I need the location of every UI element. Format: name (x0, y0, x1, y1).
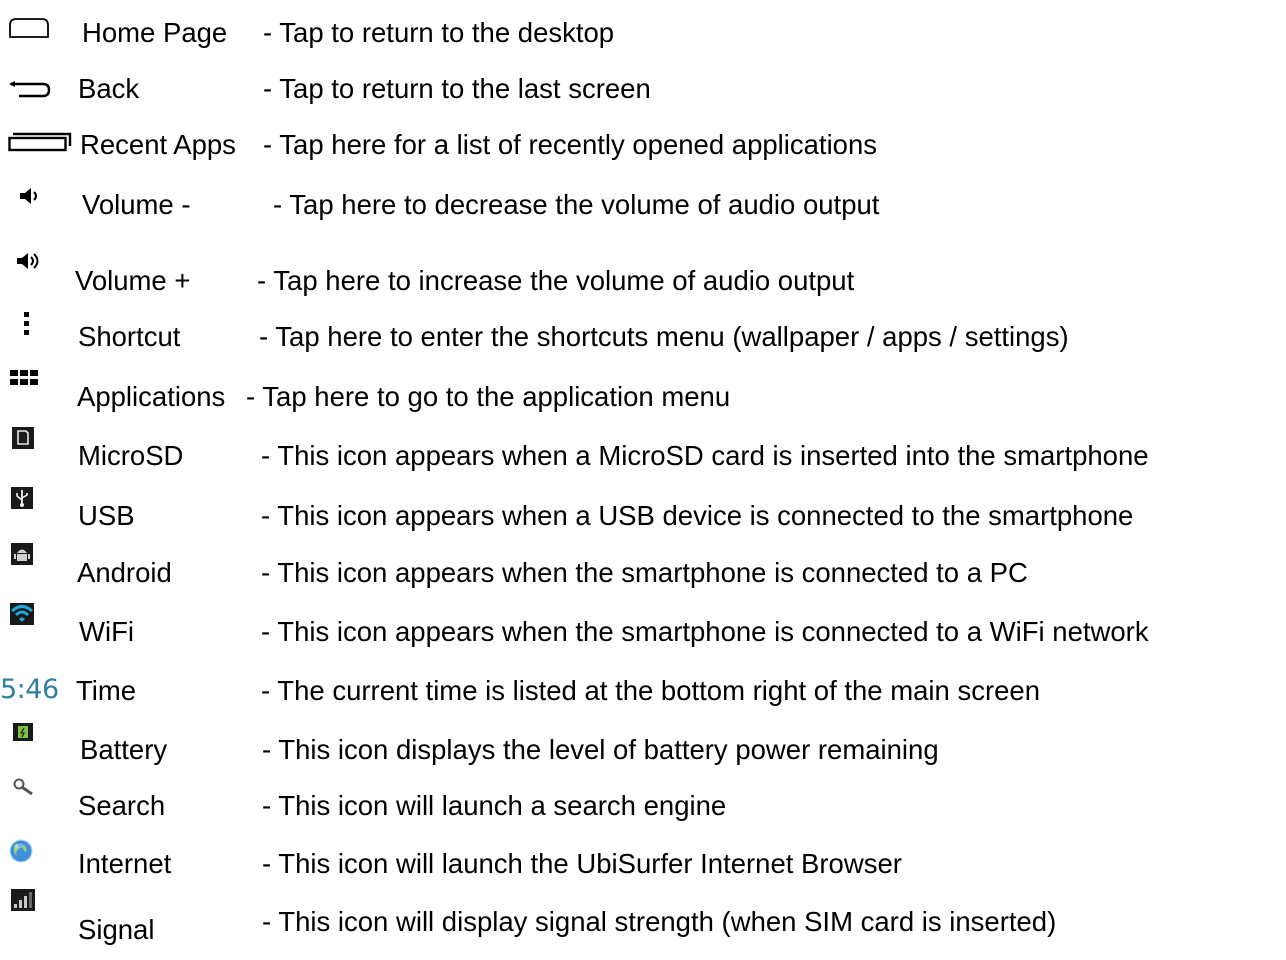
legend-item-name: Shortcut (78, 321, 181, 352)
icon-legend: Home Page - Tap to return to the desktop… (0, 0, 1286, 943)
legend-row-applications: Applications - Tap here to go to the app… (0, 370, 1286, 435)
globe-icon (9, 839, 33, 863)
legend-item-name: Search (78, 790, 166, 821)
legend-item-name: Volume - (82, 189, 191, 220)
legend-item-description: - Tap here for a list of recently opened… (263, 129, 878, 160)
legend-item-name: Applications (77, 381, 226, 412)
legend-item-description: - Tap here to decrease the volume of aud… (273, 189, 880, 220)
legend-item-name: Volume + (75, 265, 191, 296)
legend-item-description: - This icon appears when a USB device is… (261, 500, 1134, 531)
sd-card-icon (12, 427, 34, 449)
legend-row-wifi: WiFi - This icon appears when the smartp… (0, 603, 1286, 670)
legend-item-name: Time (76, 675, 137, 706)
usb-icon (11, 487, 33, 509)
search-icon (13, 778, 35, 796)
volume-up-icon (17, 253, 41, 269)
legend-item-description: - Tap here to enter the shortcuts menu (… (259, 321, 1069, 352)
legend-item-description: - This icon appears when the smartphone … (261, 616, 1149, 647)
legend-item-name: Back (78, 73, 140, 104)
android-icon (11, 543, 33, 565)
back-arrow-icon (9, 81, 51, 99)
legend-row-search: Search - This icon will launch a search … (0, 778, 1286, 844)
legend-item-description: - This icon displays the level of batter… (262, 734, 939, 765)
legend-item-description: - Tap here to go to the application menu (246, 381, 731, 412)
signal-strength-icon (11, 889, 35, 911)
legend-item-name: MicroSD (78, 440, 184, 471)
overflow-menu-icon (24, 312, 30, 336)
legend-item-name: Home Page (82, 17, 228, 48)
legend-item-description: - This icon appears when a MicroSD card … (261, 440, 1149, 471)
legend-item-name: Android (77, 557, 172, 588)
battery-icon (13, 723, 33, 741)
app-grid-icon (10, 370, 39, 386)
legend-item-description: - This icon will launch a search engine (262, 790, 727, 821)
legend-row-battery: Battery - This icon displays the level o… (0, 723, 1286, 788)
legend-row-shortcut: Shortcut - Tap here to enter the shortcu… (0, 312, 1286, 375)
legend-item-description: - Tap to return to the last screen (263, 73, 651, 104)
clock-readout-icon: 5:46 (0, 674, 59, 705)
volume-down-icon (20, 188, 42, 204)
legend-row-usb: USB - This icon appears when a USB devic… (0, 487, 1286, 554)
legend-row-volume-down: Volume - - Tap here to decrease the volu… (0, 188, 1286, 243)
legend-item-description: - The current time is listed at the bott… (261, 675, 1041, 706)
legend-item-name: WiFi (79, 616, 134, 647)
legend-row-back: Back - Tap to return to the last screen (0, 75, 1286, 127)
legend-row-signal: Signal - This icon will display signal s… (0, 889, 1286, 960)
legend-item-description: - This icon will display signal strength… (262, 906, 1057, 937)
legend-item-name: Signal (78, 914, 155, 945)
wifi-icon (10, 603, 34, 625)
legend-item-description: - Tap here to increase the volume of aud… (257, 265, 855, 296)
legend-item-name: Internet (78, 848, 172, 879)
legend-row-volume-up: Volume + - Tap here to increase the volu… (0, 253, 1286, 319)
legend-item-description: - This icon appears when the smartphone … (261, 557, 1028, 588)
legend-item-description: - Tap to return to the desktop (263, 17, 615, 48)
legend-item-name: Recent Apps (80, 129, 236, 160)
legend-item-name: USB (78, 500, 135, 531)
legend-item-name: Battery (80, 734, 168, 765)
legend-row-internet: Internet - This icon will launch the Ubi… (0, 839, 1286, 902)
legend-item-description: - This icon will launch the UbiSurfer In… (262, 848, 902, 879)
legend-row-recent-apps: Recent Apps - Tap here for a list of rec… (0, 131, 1286, 183)
home-outline-icon (9, 18, 49, 38)
legend-row-android: Android - This icon appears when the sma… (0, 543, 1286, 611)
legend-row-time: 5:46 Time - The current time is listed a… (0, 674, 1286, 729)
legend-row-microsd: MicroSD - This icon appears when a Micro… (0, 427, 1286, 494)
legend-row-home-page: Home Page - Tap to return to the desktop (0, 17, 1286, 71)
recent-apps-icon (8, 132, 72, 152)
